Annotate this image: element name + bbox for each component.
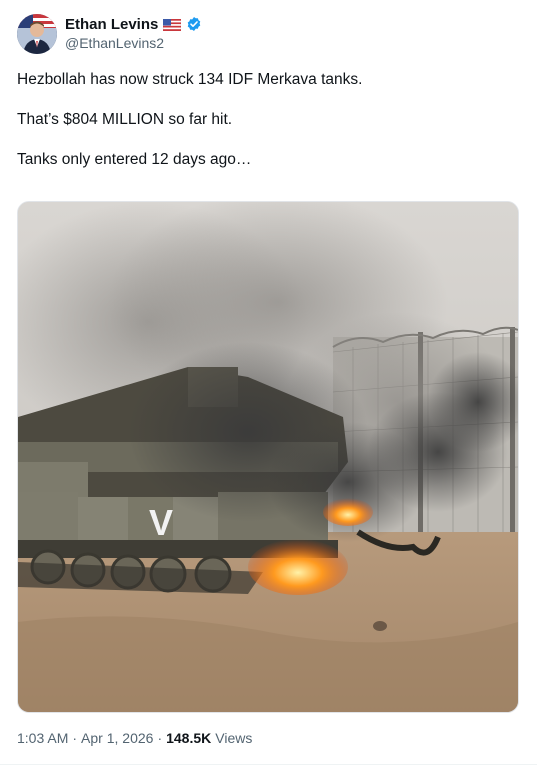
tweet-line: That’s $804 MILLION so far hit. bbox=[17, 111, 233, 128]
author-name-row: Ethan Levins bbox=[65, 14, 202, 34]
tweet-text: Hezbollah has now struck 134 IDF Merkava… bbox=[17, 70, 517, 190]
tweet-time[interactable]: 1:03 AM bbox=[17, 730, 68, 746]
views-count: 148.5K bbox=[166, 730, 212, 746]
tweet-date[interactable]: Apr 1, 2026 bbox=[81, 730, 153, 746]
tweet-line: Tanks only entered 12 days ago… bbox=[17, 151, 252, 168]
avatar[interactable] bbox=[17, 14, 57, 54]
tweet-line: Hezbollah has now struck 134 IDF Merkava… bbox=[17, 71, 363, 88]
views-label: Views bbox=[215, 730, 253, 746]
tweet-meta: 1:03 AM · Apr 1, 2026 · 148.5K Views bbox=[17, 730, 252, 746]
separator: · bbox=[72, 730, 78, 746]
verified-badge-icon bbox=[186, 16, 202, 32]
separator: · bbox=[157, 730, 163, 746]
tweet-media-photo[interactable]: V bbox=[17, 201, 519, 713]
tweet-card: Ethan Levins @EthanLevins2 Hezbollah has… bbox=[0, 0, 537, 766]
burning-tank-image: V bbox=[18, 202, 518, 712]
avatar-image bbox=[17, 14, 57, 54]
us-flag-icon bbox=[163, 18, 182, 32]
author-handle[interactable]: @EthanLevins2 bbox=[65, 35, 164, 51]
author-name[interactable]: Ethan Levins bbox=[65, 16, 158, 33]
divider bbox=[0, 764, 537, 765]
tank-marking: V bbox=[149, 502, 173, 543]
